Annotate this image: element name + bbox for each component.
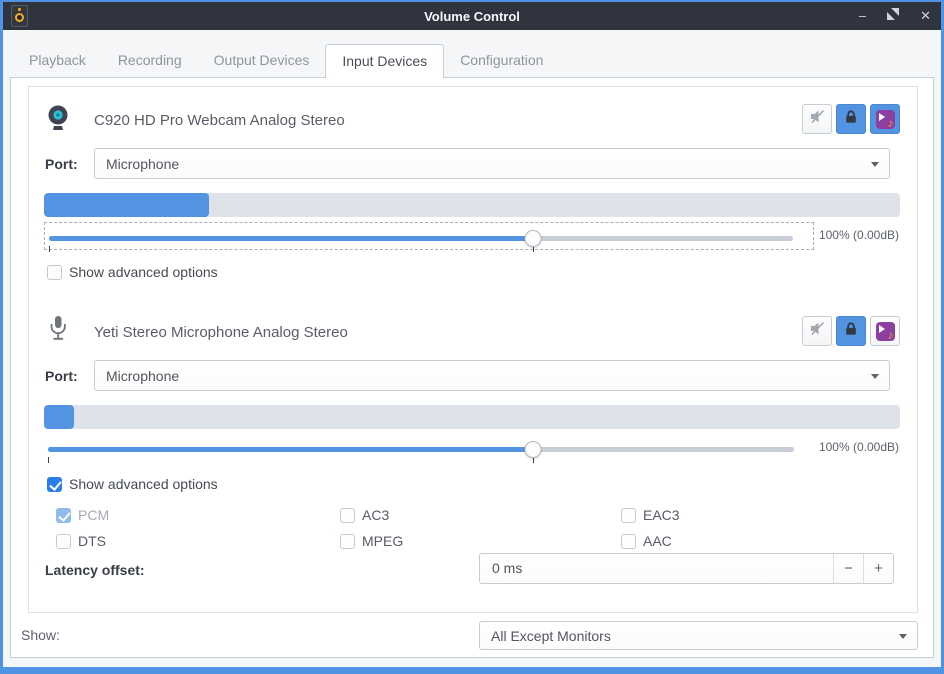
format-aac-row[interactable]: AAC <box>621 533 672 549</box>
volume-slider[interactable] <box>44 222 814 250</box>
volume-control-window: Volume Control – ✕ Playback Recording Ou… <box>0 0 944 674</box>
slider-fill <box>49 236 533 241</box>
fallback-media-icon: ♪ <box>876 322 895 341</box>
checkbox-label[interactable]: Show advanced options <box>69 264 218 280</box>
show-advanced-checkbox-row[interactable]: Show advanced options <box>47 476 218 492</box>
fallback-media-icon: ♪ <box>876 110 895 129</box>
app-speaker-icon[interactable] <box>11 5 28 27</box>
minimize-icon[interactable]: – <box>859 2 866 30</box>
latency-offset-label: Latency offset: <box>45 562 145 578</box>
tab-recording[interactable]: Recording <box>102 44 198 77</box>
format-ac3-row[interactable]: AC3 <box>340 507 389 523</box>
window-title: Volume Control <box>3 9 941 24</box>
lock-icon <box>843 321 859 342</box>
volume-value: 100% (0.00dB) <box>819 228 899 242</box>
muted-speaker-icon <box>809 108 826 130</box>
show-filter-dropdown[interactable]: All Except Monitors <box>479 621 918 650</box>
port-dropdown[interactable]: Microphone <box>94 148 890 179</box>
tab-bar: Playback Recording Output Devices Input … <box>13 44 559 78</box>
input-devices-page: C920 HD Pro Webcam Analog Stereo ♪ Port:… <box>10 77 934 658</box>
speaker-tweeter-dot <box>18 8 21 11</box>
checkbox <box>56 508 71 523</box>
port-value: Microphone <box>106 156 179 172</box>
tab-output-devices[interactable]: Output Devices <box>198 44 326 77</box>
checkbox-label[interactable]: DTS <box>78 533 106 549</box>
muted-speaker-icon <box>809 320 826 342</box>
latency-value[interactable]: 0 ms <box>492 554 522 583</box>
lock-icon <box>843 109 859 130</box>
port-label: Port: <box>45 368 78 384</box>
checkbox-label[interactable]: AAC <box>643 533 672 549</box>
slider-track[interactable] <box>49 236 793 241</box>
checkbox-label[interactable]: EAC3 <box>643 507 680 523</box>
checkbox-label: PCM <box>78 507 109 523</box>
device-name: C920 HD Pro Webcam Analog Stereo <box>94 112 345 129</box>
microphone-icon <box>48 315 68 345</box>
vu-meter-fill <box>44 193 209 217</box>
checkbox[interactable] <box>621 534 636 549</box>
checkbox[interactable] <box>340 508 355 523</box>
chevron-down-icon <box>871 162 879 167</box>
device-name: Yeti Stereo Microphone Analog Stereo <box>94 324 348 341</box>
checkbox[interactable] <box>621 508 636 523</box>
webcam-icon <box>46 103 70 133</box>
lock-channels-button[interactable] <box>836 316 866 346</box>
port-dropdown[interactable]: Microphone <box>94 360 890 391</box>
volume-slider[interactable] <box>44 434 814 462</box>
slider-fill <box>48 447 533 452</box>
spin-plus-button[interactable]: + <box>863 554 893 583</box>
tab-input-devices[interactable]: Input Devices <box>325 44 444 78</box>
checkbox[interactable] <box>56 534 71 549</box>
vu-meter <box>44 405 900 429</box>
show-filter-label: Show: <box>21 627 60 643</box>
format-mpeg-row[interactable]: MPEG <box>340 533 403 549</box>
set-fallback-button[interactable]: ♪ <box>870 316 900 346</box>
vu-meter-fill <box>44 405 74 429</box>
slider-handle[interactable] <box>524 230 541 247</box>
format-dts-row[interactable]: DTS <box>56 533 106 549</box>
checkbox-label[interactable]: AC3 <box>362 507 389 523</box>
format-pcm-row[interactable]: PCM <box>56 507 109 523</box>
format-eac3-row[interactable]: EAC3 <box>621 507 680 523</box>
close-icon[interactable]: ✕ <box>920 2 931 30</box>
port-label: Port: <box>45 156 78 172</box>
checkbox-label[interactable]: MPEG <box>362 533 403 549</box>
slider-base-tick <box>48 457 49 463</box>
latency-offset-spinbutton[interactable]: 0 ms − + <box>479 553 894 584</box>
volume-value: 100% (0.00dB) <box>819 440 899 454</box>
tab-configuration[interactable]: Configuration <box>444 44 559 77</box>
mute-button[interactable] <box>802 104 832 134</box>
restore-icon[interactable] <box>887 2 899 30</box>
spin-minus-button[interactable]: − <box>833 554 863 583</box>
speaker-cone-ring <box>15 13 24 22</box>
mute-button[interactable] <box>802 316 832 346</box>
titlebar: Volume Control – ✕ <box>3 2 941 30</box>
show-filter-value: All Except Monitors <box>491 628 611 644</box>
lock-channels-button[interactable] <box>836 104 866 134</box>
chevron-down-icon <box>899 634 907 639</box>
show-advanced-checkbox-row[interactable]: Show advanced options <box>47 264 218 280</box>
tab-playback[interactable]: Playback <box>13 44 102 77</box>
slider-handle[interactable] <box>524 441 541 458</box>
checkbox[interactable] <box>340 534 355 549</box>
checkbox[interactable] <box>47 477 62 492</box>
port-value: Microphone <box>106 368 179 384</box>
checkbox[interactable] <box>47 265 62 280</box>
chevron-down-icon <box>871 374 879 379</box>
device-list-frame: C920 HD Pro Webcam Analog Stereo ♪ Port:… <box>28 86 918 613</box>
set-fallback-button[interactable]: ♪ <box>870 104 900 134</box>
slider-track[interactable] <box>48 447 794 452</box>
checkbox-label[interactable]: Show advanced options <box>69 476 218 492</box>
vu-meter <box>44 193 900 217</box>
slider-base-tick <box>49 246 50 252</box>
